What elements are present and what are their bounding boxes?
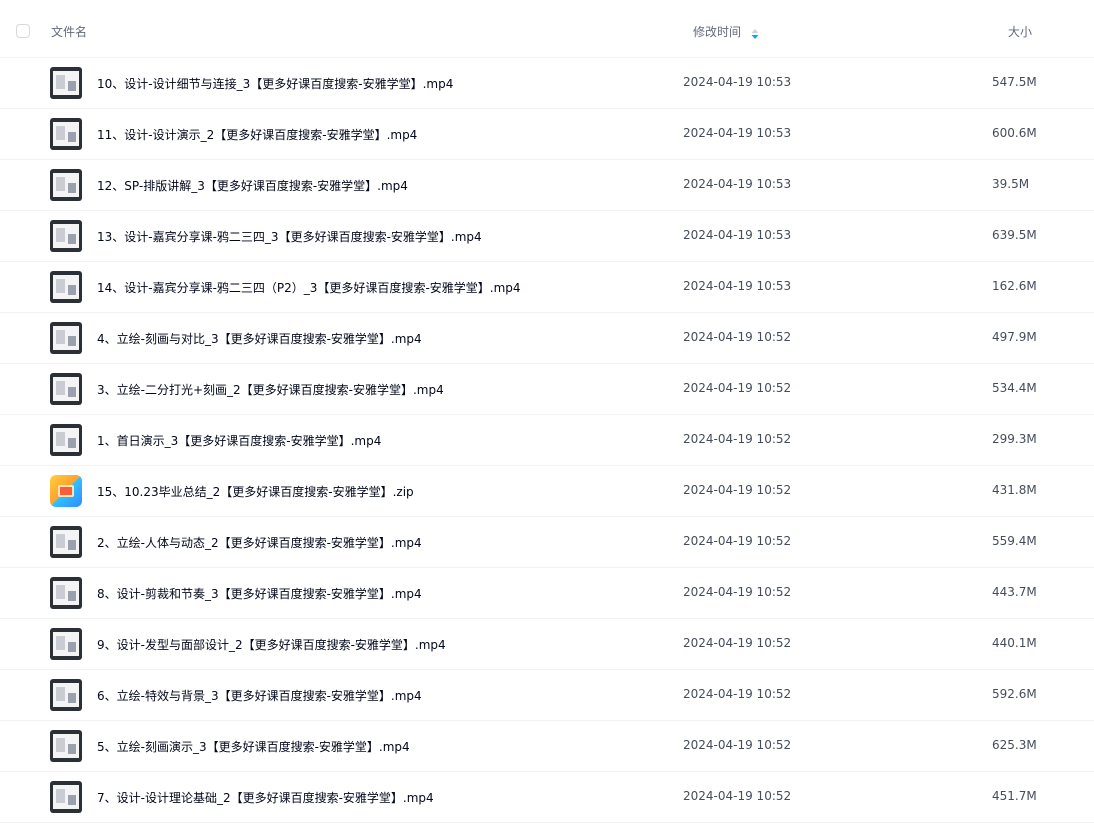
file-name[interactable]: 7、设计-设计理论基础_2【更多好课百度搜索-安雅学堂】.mp4 bbox=[97, 789, 434, 806]
video-frame bbox=[53, 428, 79, 452]
video-thumbnail-icon bbox=[50, 322, 82, 354]
file-row[interactable]: 2、立绘-人体与动态_2【更多好课百度搜索-安雅学堂】.mp4 2024-04-… bbox=[0, 517, 1094, 568]
file-list-header: 文件名 修改时间 大小 bbox=[0, 0, 1094, 58]
file-row[interactable]: 3、立绘-二分打光+刻画_2【更多好课百度搜索-安雅学堂】.mp4 2024-0… bbox=[0, 364, 1094, 415]
video-thumbnail-icon bbox=[50, 424, 82, 456]
video-thumbnail-icon bbox=[50, 373, 82, 405]
file-list: 文件名 修改时间 大小 10、设计-设计细节与连接_3【更多好课百度搜索-安雅学… bbox=[0, 0, 1094, 823]
file-size: 639.5M bbox=[992, 228, 1037, 242]
file-row[interactable]: 14、设计-嘉宾分享课-鸦二三四（P2）_3【更多好课百度搜索-安雅学堂】.mp… bbox=[0, 262, 1094, 313]
video-frame bbox=[53, 734, 79, 758]
file-modified-time: 2024-04-19 10:52 bbox=[683, 483, 792, 497]
file-size: 497.9M bbox=[992, 330, 1037, 344]
file-name[interactable]: 4、立绘-刻画与对比_3【更多好课百度搜索-安雅学堂】.mp4 bbox=[97, 330, 422, 347]
file-size: 592.6M bbox=[992, 687, 1037, 701]
file-name[interactable]: 13、设计-嘉宾分享课-鸦二三四_3【更多好课百度搜索-安雅学堂】.mp4 bbox=[97, 228, 482, 245]
file-row[interactable]: 1、首日演示_3【更多好课百度搜索-安雅学堂】.mp4 2024-04-19 1… bbox=[0, 415, 1094, 466]
video-frame bbox=[53, 122, 79, 146]
file-name[interactable]: 8、设计-剪裁和节奏_3【更多好课百度搜索-安雅学堂】.mp4 bbox=[97, 585, 422, 602]
file-size: 625.3M bbox=[992, 738, 1037, 752]
file-size: 559.4M bbox=[992, 534, 1037, 548]
column-header-size[interactable]: 大小 bbox=[1008, 23, 1032, 40]
video-thumbnail-icon bbox=[50, 271, 82, 303]
video-thumbnail-icon bbox=[50, 730, 82, 762]
file-row[interactable]: 11、设计-设计演示_2【更多好课百度搜索-安雅学堂】.mp4 2024-04-… bbox=[0, 109, 1094, 160]
video-thumbnail-icon bbox=[50, 169, 82, 201]
file-name[interactable]: 12、SP-排版讲解_3【更多好课百度搜索-安雅学堂】.mp4 bbox=[97, 177, 408, 194]
file-name[interactable]: 6、立绘-特效与背景_3【更多好课百度搜索-安雅学堂】.mp4 bbox=[97, 687, 422, 704]
video-frame bbox=[53, 530, 79, 554]
file-modified-time: 2024-04-19 10:53 bbox=[683, 228, 792, 242]
file-row[interactable]: 7、设计-设计理论基础_2【更多好课百度搜索-安雅学堂】.mp4 2024-04… bbox=[0, 772, 1094, 823]
video-frame bbox=[53, 785, 79, 809]
file-size: 162.6M bbox=[992, 279, 1037, 293]
video-thumbnail-icon bbox=[50, 679, 82, 711]
file-row[interactable]: 13、设计-嘉宾分享课-鸦二三四_3【更多好课百度搜索-安雅学堂】.mp4 20… bbox=[0, 211, 1094, 262]
zip-box-icon bbox=[58, 485, 74, 497]
file-name[interactable]: 5、立绘-刻画演示_3【更多好课百度搜索-安雅学堂】.mp4 bbox=[97, 738, 410, 755]
file-row[interactable]: 9、设计-发型与面部设计_2【更多好课百度搜索-安雅学堂】.mp4 2024-0… bbox=[0, 619, 1094, 670]
file-rows: 10、设计-设计细节与连接_3【更多好课百度搜索-安雅学堂】.mp4 2024-… bbox=[0, 58, 1094, 823]
video-thumbnail-icon bbox=[50, 118, 82, 150]
file-size: 440.1M bbox=[992, 636, 1037, 650]
video-frame bbox=[53, 173, 79, 197]
video-thumbnail-icon bbox=[50, 781, 82, 813]
file-modified-time: 2024-04-19 10:53 bbox=[683, 75, 792, 89]
video-frame bbox=[53, 632, 79, 656]
file-name[interactable]: 9、设计-发型与面部设计_2【更多好课百度搜索-安雅学堂】.mp4 bbox=[97, 636, 446, 653]
file-modified-time: 2024-04-19 10:52 bbox=[683, 789, 792, 803]
video-thumbnail-icon bbox=[50, 67, 82, 99]
file-modified-time: 2024-04-19 10:52 bbox=[683, 330, 792, 344]
file-row[interactable]: 5、立绘-刻画演示_3【更多好课百度搜索-安雅学堂】.mp4 2024-04-1… bbox=[0, 721, 1094, 772]
video-thumbnail-icon bbox=[50, 577, 82, 609]
column-header-modified-time[interactable]: 修改时间 bbox=[693, 23, 741, 40]
sort-desc-icon[interactable] bbox=[750, 25, 760, 39]
file-modified-time: 2024-04-19 10:53 bbox=[683, 279, 792, 293]
file-size: 443.7M bbox=[992, 585, 1037, 599]
zip-file-icon bbox=[50, 475, 82, 507]
file-modified-time: 2024-04-19 10:52 bbox=[683, 381, 792, 395]
file-row[interactable]: 4、立绘-刻画与对比_3【更多好课百度搜索-安雅学堂】.mp4 2024-04-… bbox=[0, 313, 1094, 364]
file-row[interactable]: 10、设计-设计细节与连接_3【更多好课百度搜索-安雅学堂】.mp4 2024-… bbox=[0, 58, 1094, 109]
file-modified-time: 2024-04-19 10:52 bbox=[683, 432, 792, 446]
file-size: 547.5M bbox=[992, 75, 1037, 89]
file-row[interactable]: 12、SP-排版讲解_3【更多好课百度搜索-安雅学堂】.mp4 2024-04-… bbox=[0, 160, 1094, 211]
video-frame bbox=[53, 224, 79, 248]
file-name[interactable]: 1、首日演示_3【更多好课百度搜索-安雅学堂】.mp4 bbox=[97, 432, 381, 449]
video-thumbnail-icon bbox=[50, 526, 82, 558]
video-frame bbox=[53, 71, 79, 95]
video-frame bbox=[53, 377, 79, 401]
file-size: 431.8M bbox=[992, 483, 1037, 497]
file-size: 451.7M bbox=[992, 789, 1037, 803]
file-row[interactable]: 15、10.23毕业总结_2【更多好课百度搜索-安雅学堂】.zip 2024-0… bbox=[0, 466, 1094, 517]
video-frame bbox=[53, 683, 79, 707]
video-frame bbox=[53, 275, 79, 299]
file-name[interactable]: 10、设计-设计细节与连接_3【更多好课百度搜索-安雅学堂】.mp4 bbox=[97, 75, 453, 92]
video-thumbnail-icon bbox=[50, 628, 82, 660]
file-name[interactable]: 15、10.23毕业总结_2【更多好课百度搜索-安雅学堂】.zip bbox=[97, 483, 414, 500]
file-modified-time: 2024-04-19 10:52 bbox=[683, 534, 792, 548]
file-name[interactable]: 3、立绘-二分打光+刻画_2【更多好课百度搜索-安雅学堂】.mp4 bbox=[97, 381, 444, 398]
file-modified-time: 2024-04-19 10:52 bbox=[683, 636, 792, 650]
file-name[interactable]: 14、设计-嘉宾分享课-鸦二三四（P2）_3【更多好课百度搜索-安雅学堂】.mp… bbox=[97, 279, 521, 296]
file-size: 600.6M bbox=[992, 126, 1037, 140]
file-modified-time: 2024-04-19 10:53 bbox=[683, 177, 792, 191]
file-name[interactable]: 2、立绘-人体与动态_2【更多好课百度搜索-安雅学堂】.mp4 bbox=[97, 534, 422, 551]
column-header-name[interactable]: 文件名 bbox=[51, 23, 87, 40]
file-size: 299.3M bbox=[992, 432, 1037, 446]
file-name[interactable]: 11、设计-设计演示_2【更多好课百度搜索-安雅学堂】.mp4 bbox=[97, 126, 417, 143]
file-row[interactable]: 8、设计-剪裁和节奏_3【更多好课百度搜索-安雅学堂】.mp4 2024-04-… bbox=[0, 568, 1094, 619]
video-frame bbox=[53, 326, 79, 350]
file-modified-time: 2024-04-19 10:52 bbox=[683, 687, 792, 701]
file-row[interactable]: 6、立绘-特效与背景_3【更多好课百度搜索-安雅学堂】.mp4 2024-04-… bbox=[0, 670, 1094, 721]
select-all-checkbox[interactable] bbox=[16, 24, 30, 38]
video-thumbnail-icon bbox=[50, 220, 82, 252]
file-modified-time: 2024-04-19 10:52 bbox=[683, 738, 792, 752]
file-size: 39.5M bbox=[992, 177, 1030, 191]
video-frame bbox=[53, 581, 79, 605]
file-modified-time: 2024-04-19 10:53 bbox=[683, 126, 792, 140]
file-size: 534.4M bbox=[992, 381, 1037, 395]
file-modified-time: 2024-04-19 10:52 bbox=[683, 585, 792, 599]
